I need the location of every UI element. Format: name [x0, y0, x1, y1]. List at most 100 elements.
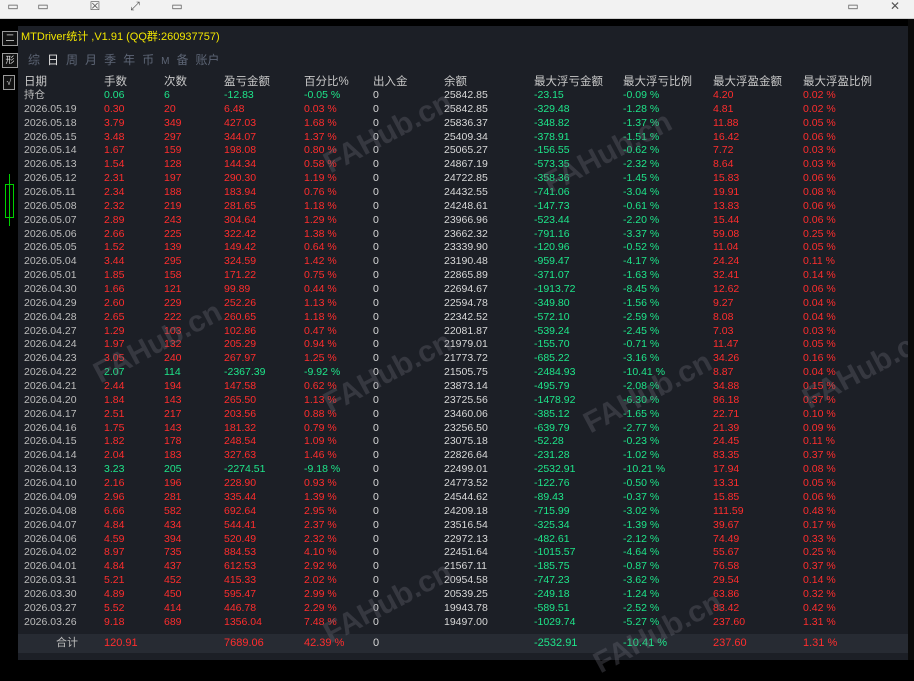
- column-header[interactable]: 出入金: [373, 75, 408, 89]
- toolbar-button-5[interactable]: ▭: [166, 0, 188, 14]
- table-row[interactable]: 2026.04.10 2.16 196 228.90 0.93 % 0 24773.52 -1…: [18, 477, 908, 491]
- column-header[interactable]: 最大浮亏金额: [534, 75, 603, 89]
- table-row[interactable]: 2026.05.11 2.34 188 183.94 0.76 % 0 24432.55 -7…: [18, 186, 908, 200]
- table-row[interactable]: 2026.04.06 4.59 394 520.49 2.32 % 0 22972.13 -4…: [18, 533, 908, 547]
- toolbar-button-1[interactable]: ▭: [2, 0, 24, 14]
- table-row[interactable]: 2026.04.02 8.97 735 884.53 4.10 % 0 22451.64 -1…: [18, 546, 908, 560]
- left-strip-button-3[interactable]: √: [3, 75, 15, 90]
- table-row[interactable]: 2026.04.09 2.96 281 335.44 1.39 % 0 24544.62 -8…: [18, 491, 908, 505]
- total-row: 合计 120.91 7689.06 42.39 % 0 -2532.91 -10.41 % 2…: [18, 634, 908, 653]
- table-cell: 0.79 %: [304, 421, 337, 434]
- table-row[interactable]: 2026.04.20 1.84 143 265.50 1.13 % 0 23725.56 -1…: [18, 394, 908, 408]
- table-row[interactable]: 2026.04.07 4.84 434 544.41 2.37 % 0 23516.54 -3…: [18, 519, 908, 533]
- table-row[interactable]: 2026.03.30 4.89 450 595.47 2.99 % 0 20539.25 -2…: [18, 588, 908, 602]
- table-cell: 304.64: [224, 213, 257, 226]
- table-cell: 225: [164, 227, 182, 240]
- tab-6[interactable]: 币: [142, 52, 154, 68]
- left-strip-button-1[interactable]: 二: [2, 31, 18, 46]
- column-header[interactable]: 盈亏金额: [224, 75, 270, 89]
- tab-8[interactable]: 备: [176, 52, 188, 68]
- table-row[interactable]: 2026.04.30 1.66 121 99.89 0.44 % 0 22694.67 -19…: [18, 283, 908, 297]
- tab-2[interactable]: 周: [66, 52, 78, 68]
- table-row[interactable]: 2026.04.22 2.07 114 -2367.39 -9.92 % 0 21505.7…: [18, 366, 908, 380]
- table-row[interactable]: 2026.04.01 4.84 437 612.53 2.92 % 0 21567.11 -1…: [18, 560, 908, 574]
- column-header[interactable]: 最大浮亏比例: [623, 75, 692, 89]
- table-row[interactable]: 2026.03.31 5.21 452 415.33 2.02 % 0 20954.58 -7…: [18, 574, 908, 588]
- table-row[interactable]: 2026.04.27 1.29 103 102.86 0.47 % 0 22081.87 -5…: [18, 325, 908, 339]
- tab-3[interactable]: 月: [85, 52, 97, 68]
- table-cell: 260.65: [224, 310, 257, 323]
- tab-9[interactable]: 账户: [195, 52, 219, 68]
- table-cell: 13.83: [713, 199, 740, 212]
- table-cell: 2026.04.21: [24, 380, 77, 393]
- table-cell: 237.60: [713, 615, 746, 628]
- table-row[interactable]: 2026.05.13 1.54 128 144.34 0.58 % 0 24867.19 -5…: [18, 158, 908, 172]
- table-row[interactable]: 2026.04.08 6.66 582 692.64 2.95 % 0 24209.18 -7…: [18, 505, 908, 519]
- table-row[interactable]: 2026.04.15 1.82 178 248.54 1.09 % 0 23075.18 -5…: [18, 435, 908, 449]
- tab-4[interactable]: 季: [104, 52, 116, 68]
- table-cell: 281.65: [224, 199, 257, 212]
- table-row[interactable]: 2026.04.14 2.04 183 327.63 1.46 % 0 22826.64 -2…: [18, 449, 908, 463]
- column-header[interactable]: 百分比%: [304, 75, 349, 89]
- column-header[interactable]: 余额: [444, 75, 467, 89]
- toolbar-button-4[interactable]: ⤢: [124, 0, 146, 14]
- table-row[interactable]: 2026.05.19 0.30 20 6.48 0.03 % 0 25842.85 -329.…: [18, 103, 908, 117]
- table-row[interactable]: 2026.04.17 2.51 217 203.56 0.88 % 0 23460.06 -3…: [18, 408, 908, 422]
- table-row[interactable]: 2026.05.05 1.52 139 149.42 0.64 % 0 23339.90 -1…: [18, 241, 908, 255]
- table-row[interactable]: 2026.04.16 1.75 143 181.32 0.79 % 0 23256.50 -6…: [18, 422, 908, 436]
- toolbar-button-3[interactable]: ☒: [84, 0, 106, 14]
- table-row[interactable]: 2026.05.14 1.67 159 198.08 0.80 % 0 25065.27 -1…: [18, 144, 908, 158]
- table-row[interactable]: 持仓 0.06 6 -12.83 -0.05 % 0 25842.85 -23.15 -0.09…: [18, 89, 908, 103]
- table-cell: 205.29: [224, 338, 257, 351]
- tab-5[interactable]: 年: [123, 52, 135, 68]
- table-cell: -539.24: [534, 324, 570, 337]
- table-cell: -0.23 %: [623, 435, 660, 448]
- window-title: MTDriver统计 ,V1.91 (QQ群:260937757): [21, 31, 220, 43]
- table-cell: -0.05 %: [304, 89, 341, 101]
- table-row[interactable]: 2026.05.01 1.85 158 171.22 0.75 % 0 22865.89 -3…: [18, 269, 908, 283]
- left-strip-button-2[interactable]: 形: [2, 53, 18, 68]
- column-header[interactable]: 日期: [24, 75, 47, 89]
- tab-7[interactable]: M: [161, 54, 169, 70]
- table-cell: -0.87 %: [623, 560, 660, 573]
- table-row[interactable]: 2026.05.04 3.44 295 324.59 1.42 % 0 23190.48 -9…: [18, 255, 908, 269]
- table-cell: 2026.03.27: [24, 601, 77, 614]
- table-row[interactable]: 2026.04.28 2.65 222 260.65 1.18 % 0 22342.52 -5…: [18, 311, 908, 325]
- toolbar-button-2[interactable]: ▭: [32, 0, 54, 14]
- table-cell: 0.33 %: [803, 532, 836, 545]
- table-cell: 0: [373, 393, 379, 406]
- table-cell: 3.23: [104, 463, 125, 476]
- table-row[interactable]: 2026.04.21 2.44 194 147.58 0.62 % 0 23873.14 -4…: [18, 380, 908, 394]
- column-header[interactable]: 最大浮盈比例: [803, 75, 872, 89]
- column-header[interactable]: 最大浮盈金额: [713, 75, 782, 89]
- table-cell: 344.07: [224, 130, 257, 143]
- table-row[interactable]: 2026.04.24 1.97 132 205.29 0.94 % 0 21979.01 -1…: [18, 338, 908, 352]
- table-cell: 0.03 %: [803, 324, 836, 337]
- table-row[interactable]: 2026.04.29 2.60 229 252.26 1.13 % 0 22594.78 -3…: [18, 297, 908, 311]
- table-row[interactable]: 2026.05.15 3.48 297 344.07 1.37 % 0 25409.34 -3…: [18, 131, 908, 145]
- table-cell: 2.95 %: [304, 504, 337, 517]
- table-cell: 0: [373, 158, 379, 171]
- table-cell: 196: [164, 477, 182, 490]
- tab-0[interactable]: 综: [28, 52, 40, 68]
- period-tabs: 综日周月季年币 M 备账户: [28, 52, 226, 68]
- tab-1[interactable]: 日: [47, 52, 59, 68]
- table-row[interactable]: 2026.05.08 2.32 219 281.65 1.18 % 0 24248.61 -1…: [18, 200, 908, 214]
- table-row[interactable]: 2026.03.27 5.52 414 446.78 2.29 % 0 19943.78 -5…: [18, 602, 908, 616]
- table-cell: -329.48: [534, 102, 570, 115]
- table-cell: 0.93 %: [304, 477, 337, 490]
- table-row[interactable]: 2026.05.06 2.66 225 322.42 1.38 % 0 23662.32 -7…: [18, 228, 908, 242]
- table-row[interactable]: 2026.05.18 3.79 349 427.03 1.68 % 0 25836.37 -3…: [18, 117, 908, 131]
- column-header[interactable]: 次数: [164, 75, 187, 89]
- table-row[interactable]: 2026.04.23 3.05 240 267.97 1.25 % 0 21773.72 -6…: [18, 352, 908, 366]
- minimize-icon[interactable]: ▭: [842, 0, 864, 14]
- table-row[interactable]: 2026.03.26 9.18 689 1356.04 7.48 % 0 19497.00 -…: [18, 616, 908, 630]
- close-icon[interactable]: ✕: [884, 0, 906, 14]
- table-cell: 2026.05.15: [24, 130, 77, 143]
- table-row[interactable]: 2026.05.12 2.31 197 290.30 1.19 % 0 24722.85 -3…: [18, 172, 908, 186]
- table-row[interactable]: 2026.04.13 3.23 205 -2274.51 -9.18 % 0 22499.0…: [18, 463, 908, 477]
- table-cell: 23662.32: [444, 227, 488, 240]
- column-header[interactable]: 手数: [104, 75, 127, 89]
- table-cell: 4.84: [104, 518, 125, 531]
- table-row[interactable]: 2026.05.07 2.89 243 304.64 1.29 % 0 23966.96 -5…: [18, 214, 908, 228]
